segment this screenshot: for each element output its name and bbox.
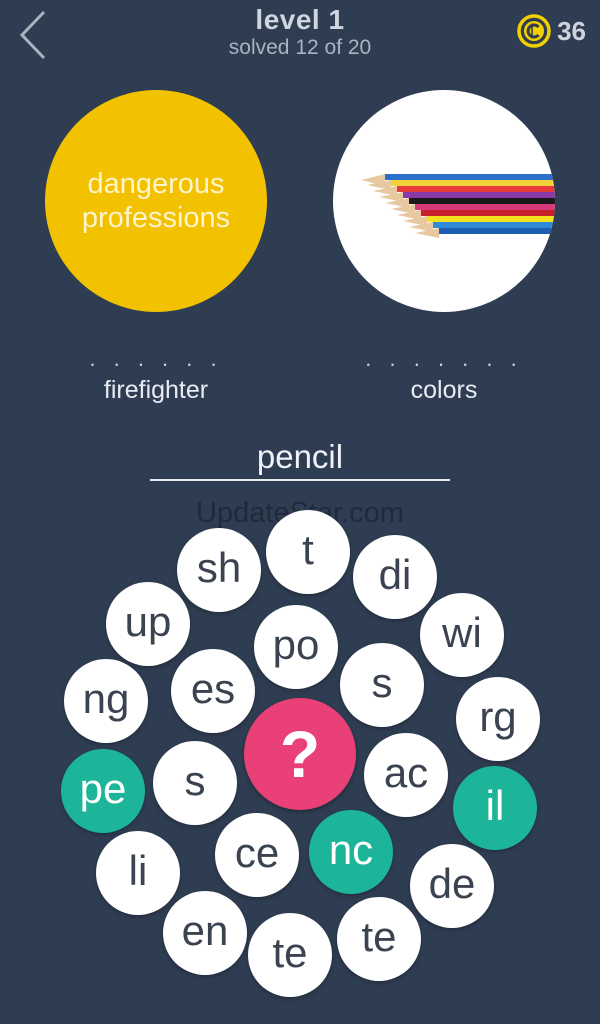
syllable-tile[interactable]: rg [456,677,540,761]
syllable-tile-label: pe [79,765,127,812]
colored-pencils-image [361,174,555,238]
syllable-tile[interactable]: s [340,643,424,727]
syllable-tile-label: t [302,526,314,573]
coin-icon [517,14,551,48]
syllable-tile[interactable]: s [153,741,237,825]
level-title: level 1 [255,4,345,35]
syllable-tile-label: rg [479,693,517,740]
clue-image-circle [333,90,555,312]
clue-category-circle: dangerous professions [45,90,267,312]
syllable-tile-label: wi [442,609,482,656]
syllable-tile[interactable]: te [337,897,421,981]
clue-category-text: dangerous professions [81,168,231,234]
syllable-tile-label: de [428,860,476,907]
coin-balance[interactable]: 36 [517,12,586,50]
syllable-tile-label: es [190,665,236,712]
syllable-tile[interactable]: di [353,535,437,619]
syllable-tile-label: il [485,782,505,829]
syllable-tile[interactable]: sh [177,528,261,612]
syllable-tile-label: te [272,929,308,976]
syllable-tile[interactable]: po [254,605,338,689]
syllable-tile[interactable]: pe [61,749,145,833]
syllable-tile-label: sh [196,544,242,591]
syllable-tile[interactable]: t [266,510,350,594]
syllable-tile-label: ce [234,829,280,876]
solved-progress: solved 12 of 20 [228,36,372,59]
syllable-tile[interactable]: te [248,913,332,997]
syllable-tile-label: up [124,598,172,645]
clue-left-dots: . . . . . . [89,346,223,371]
syllable-tile[interactable]: il [453,766,537,850]
syllable-tile[interactable]: nc [309,810,393,894]
syllable-tile[interactable]: de [410,844,494,928]
game-screen: level 1 solved 12 of 20 36 dangerous pro… [0,0,600,1024]
syllable-tile-label: en [181,907,229,954]
syllable-tile[interactable]: wi [420,593,504,677]
answer-word: pencil [256,438,344,475]
syllable-tile[interactable]: es [171,649,255,733]
syllable-tile-label: te [361,913,397,960]
syllable-tile-label: s [184,757,206,804]
hint-button[interactable]: ? [244,698,356,810]
syllable-tile[interactable]: en [163,891,247,975]
syllable-tile-label: li [128,847,148,894]
syllable-tile-label: ac [383,749,429,796]
answer-underline [150,479,450,481]
syllable-tile[interactable]: up [106,582,190,666]
syllable-tile-label: di [378,551,412,598]
syllable-tile-label: s [371,659,393,706]
syllable-tile[interactable]: ac [364,733,448,817]
syllable-tile-label: ng [82,675,130,722]
syllable-tile-label: nc [328,826,374,873]
clue-left-word: firefighter [103,376,209,404]
clue-right-dots: . . . . . . . [365,346,523,371]
syllable-tile-label: po [272,621,320,668]
coin-count: 36 [557,15,586,46]
syllable-tile[interactable]: ng [64,659,148,743]
syllable-tile[interactable]: li [96,831,180,915]
clue-right-word: colors [410,376,478,404]
syllable-tile[interactable]: ce [215,813,299,897]
